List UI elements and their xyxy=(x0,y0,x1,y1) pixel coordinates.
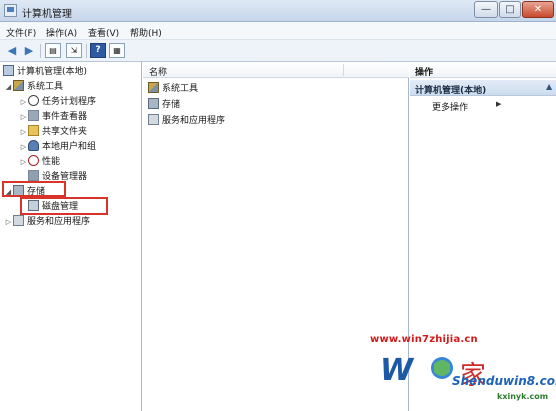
console-tree: 计算机管理(本地) ◢ 系统工具 ▷ 任务计划程序 ▷ 事件查看器 ▷ 共享文件夹 ▷ 本… xyxy=(0,62,142,411)
performance-icon xyxy=(28,155,39,166)
window-title: 计算机管理 xyxy=(22,9,72,20)
menu-bar: 文件(F) 操作(A) 查看(V) 帮助(H) xyxy=(0,22,556,40)
services-icon xyxy=(148,114,159,125)
storage-icon xyxy=(148,98,159,109)
help-icon[interactable]: ? xyxy=(90,43,106,58)
collapsed-arrow-icon[interactable]: ▷ xyxy=(19,95,28,109)
list-item[interactable]: 服务和应用程序 xyxy=(148,114,225,128)
toolbar-separator xyxy=(86,44,87,58)
tools-icon xyxy=(13,80,24,91)
menu-action[interactable]: 操作(A) xyxy=(46,26,77,39)
minimize-button[interactable]: — xyxy=(474,1,498,18)
collapsed-arrow-icon[interactable]: ▷ xyxy=(19,125,28,139)
shared-folder-icon xyxy=(28,125,39,136)
maximize-button[interactable]: □ xyxy=(499,1,521,18)
expanded-arrow-icon[interactable]: ◢ xyxy=(4,80,13,94)
storage-highlight-box xyxy=(2,181,66,197)
action-pane-title: 操作 xyxy=(415,68,434,78)
disk-management-highlight-box xyxy=(20,197,108,215)
menu-help[interactable]: 帮助(H) xyxy=(130,26,162,39)
tree-item-task-scheduler[interactable]: ▷ 任务计划程序 xyxy=(19,95,96,109)
properties-icon[interactable]: ▦ xyxy=(109,43,125,58)
menu-file[interactable]: 文件(F) xyxy=(6,26,36,39)
close-button[interactable]: ✕ xyxy=(522,1,554,18)
device-manager-icon xyxy=(28,170,39,181)
collapse-up-icon[interactable]: ▲ xyxy=(546,82,552,91)
tree-item-event-viewer[interactable]: ▷ 事件查看器 xyxy=(19,110,87,124)
tree-item-system-tools[interactable]: ◢ 系统工具 xyxy=(4,80,63,94)
watermark-url: www.win7zhijia.cn xyxy=(370,334,478,345)
forward-arrow-icon[interactable]: ▶ xyxy=(21,43,37,58)
menu-view[interactable]: 查看(V) xyxy=(88,26,119,39)
watermark-brand: Shenduwin8.com xyxy=(452,374,556,388)
tree-item-performance[interactable]: ▷ 性能 xyxy=(19,155,60,169)
title-bar: 计算机管理 — □ ✕ xyxy=(0,0,556,22)
computer-management-icon xyxy=(4,4,17,17)
toolbar-separator xyxy=(40,44,41,58)
event-viewer-icon xyxy=(28,110,39,121)
collapsed-arrow-icon[interactable]: ▷ xyxy=(19,140,28,154)
more-actions-link[interactable]: 更多操作 ▶ xyxy=(432,100,501,113)
toolbar: ◀ ▶ ▤ ⇲ ? ▦ xyxy=(0,40,556,62)
tree-root[interactable]: 计算机管理(本地) xyxy=(3,65,87,79)
submenu-arrow-icon: ▶ xyxy=(496,100,502,108)
services-icon xyxy=(13,215,24,226)
column-name-label: 名称 xyxy=(149,68,168,78)
export-list-icon[interactable]: ⇲ xyxy=(66,43,82,58)
watermark-sub: kxinyk.com xyxy=(497,392,549,401)
list-column-header[interactable]: 名称 xyxy=(143,62,409,78)
tree-item-local-users[interactable]: ▷ 本地用户和组 xyxy=(19,140,96,154)
tools-icon xyxy=(148,82,159,93)
action-section-computer[interactable]: 计算机管理(本地) ▲ xyxy=(410,80,556,96)
tree-item-shared-folders[interactable]: ▷ 共享文件夹 xyxy=(19,125,87,139)
list-item[interactable]: 系统工具 xyxy=(148,82,198,96)
column-divider[interactable] xyxy=(343,64,344,76)
action-section-title: 计算机管理(本地) xyxy=(415,86,487,96)
list-item[interactable]: 存储 xyxy=(148,98,180,112)
back-arrow-icon[interactable]: ◀ xyxy=(4,43,20,58)
action-pane-header: 操作 xyxy=(410,62,556,78)
tree-item-services-apps[interactable]: ▷ 服务和应用程序 xyxy=(4,215,90,229)
collapsed-arrow-icon[interactable]: ▷ xyxy=(19,110,28,124)
collapsed-arrow-icon[interactable]: ▷ xyxy=(4,215,13,229)
users-icon xyxy=(28,140,39,151)
clock-icon xyxy=(28,95,39,106)
svg-text:W: W xyxy=(380,353,415,388)
collapsed-arrow-icon[interactable]: ▷ xyxy=(19,155,28,169)
console-tree-icon[interactable]: ▤ xyxy=(45,43,61,58)
content-list: 名称 系统工具 存储 服务和应用程序 xyxy=(143,62,409,411)
computer-icon xyxy=(3,65,14,76)
